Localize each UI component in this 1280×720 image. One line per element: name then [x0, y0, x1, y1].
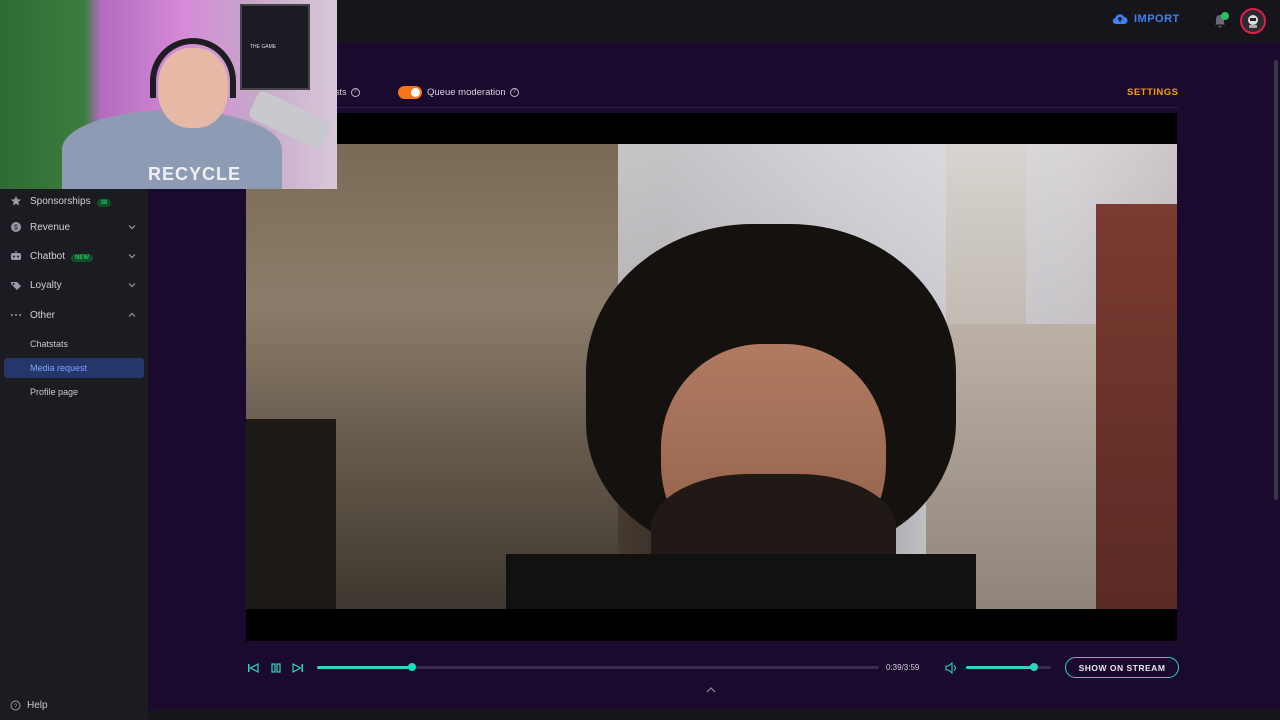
- sidebar-item-revenue[interactable]: $ Revenue: [0, 214, 148, 240]
- sidebar-item-label: Revenue: [30, 221, 71, 233]
- sponsorships-label: Sponsorships: [30, 195, 91, 207]
- sidebar-subitem-media-request[interactable]: Media request: [4, 358, 144, 378]
- progress-fill: [317, 666, 413, 669]
- help-label: Help: [27, 700, 48, 711]
- video-scene-tower: [946, 144, 1026, 344]
- bottom-strip: [148, 710, 1280, 720]
- notification-dot: [1221, 12, 1229, 20]
- sidebar-item-label: Loyalty: [30, 279, 62, 291]
- skip-forward-icon[interactable]: [291, 661, 305, 675]
- divider: [190, 107, 1178, 108]
- chevron-down-icon: [128, 254, 136, 259]
- video-frame: [246, 144, 1177, 609]
- import-label: IMPORT: [1134, 13, 1180, 25]
- chatbot-label: Chatbot: [30, 250, 66, 262]
- settings-link[interactable]: SETTINGS: [1127, 87, 1179, 98]
- chevron-up-icon[interactable]: [706, 686, 716, 694]
- avatar[interactable]: [1240, 8, 1266, 34]
- help-link[interactable]: ? Help: [10, 700, 48, 711]
- player-controls: 0:39/3:59 SHOW ON STREAM: [246, 655, 1180, 681]
- headphones-icon: [150, 38, 236, 98]
- chatbot-new-badge: NEW: [71, 253, 94, 262]
- volume-knob[interactable]: [1030, 663, 1038, 671]
- app-window: IMPORT Sponsorships 38 $ Revenue Chatbot N…: [0, 0, 1280, 720]
- skip-back-icon[interactable]: [246, 661, 260, 675]
- help-circle-icon[interactable]: ?: [350, 88, 360, 98]
- star-icon: [11, 196, 21, 206]
- request-toggle-label: sts?: [335, 87, 360, 98]
- video-scene-brick-building: [1096, 204, 1177, 609]
- more-icon: [11, 314, 21, 316]
- scrollbar[interactable]: [1274, 60, 1278, 500]
- video-scene-doorway: [246, 419, 336, 609]
- sidebar-item-chatbot[interactable]: Chatbot NEW: [0, 243, 148, 269]
- queue-moderation-label: Queue moderation?: [427, 87, 519, 98]
- svg-text:?: ?: [14, 704, 18, 710]
- chevron-down-icon: [128, 283, 136, 288]
- dollar-icon: $: [11, 222, 21, 232]
- show-on-stream-button[interactable]: SHOW ON STREAM: [1065, 657, 1179, 678]
- pause-icon[interactable]: [269, 661, 283, 675]
- volume-icon[interactable]: [944, 661, 958, 675]
- svg-text:$: $: [14, 225, 18, 232]
- sidebar-subitem-profile-page[interactable]: Profile page: [4, 382, 144, 402]
- help-circle-icon: ?: [10, 700, 21, 711]
- sidebar-item-label: Other: [30, 309, 56, 321]
- sidebar-subitem-chatstats[interactable]: Chatstats: [4, 334, 144, 354]
- sidebar-item-other[interactable]: Other: [0, 302, 148, 328]
- volume-fill: [966, 666, 1034, 669]
- sidebar-item-sponsorships[interactable]: Sponsorships 38: [0, 188, 148, 214]
- webcam-overlay: THE GAME RECYCLE: [0, 0, 337, 189]
- cloud-upload-icon: [1112, 14, 1128, 25]
- sidebar-item-label: Chatbot NEW: [30, 250, 94, 262]
- progress-knob[interactable]: [408, 663, 417, 671]
- user-avatar-icon: [1248, 15, 1258, 28]
- chevron-down-icon: [128, 225, 136, 230]
- monitor-text: THE GAME: [250, 44, 277, 50]
- chatbot-icon: [11, 251, 21, 260]
- video-scene-coat: [506, 554, 976, 609]
- time-readout: 0:39/3:59: [886, 663, 920, 672]
- help-circle-icon[interactable]: ?: [509, 87, 519, 97]
- video-player[interactable]: [246, 113, 1177, 641]
- queue-moderation-label-text: Queue moderation: [427, 87, 506, 98]
- shirt-text: RECYCLE: [148, 164, 242, 184]
- import-button[interactable]: IMPORT: [1112, 13, 1180, 25]
- sidebar-item-label: Sponsorships 38: [30, 195, 112, 207]
- chevron-up-icon: [128, 312, 136, 317]
- loyalty-icon: [11, 282, 21, 290]
- sponsorships-badge: 38: [96, 198, 112, 207]
- progress-bar[interactable]: [317, 663, 879, 671]
- sidebar-item-loyalty[interactable]: Loyalty: [0, 272, 148, 298]
- queue-moderation-toggle[interactable]: [398, 86, 422, 99]
- volume-slider[interactable]: [966, 663, 1051, 671]
